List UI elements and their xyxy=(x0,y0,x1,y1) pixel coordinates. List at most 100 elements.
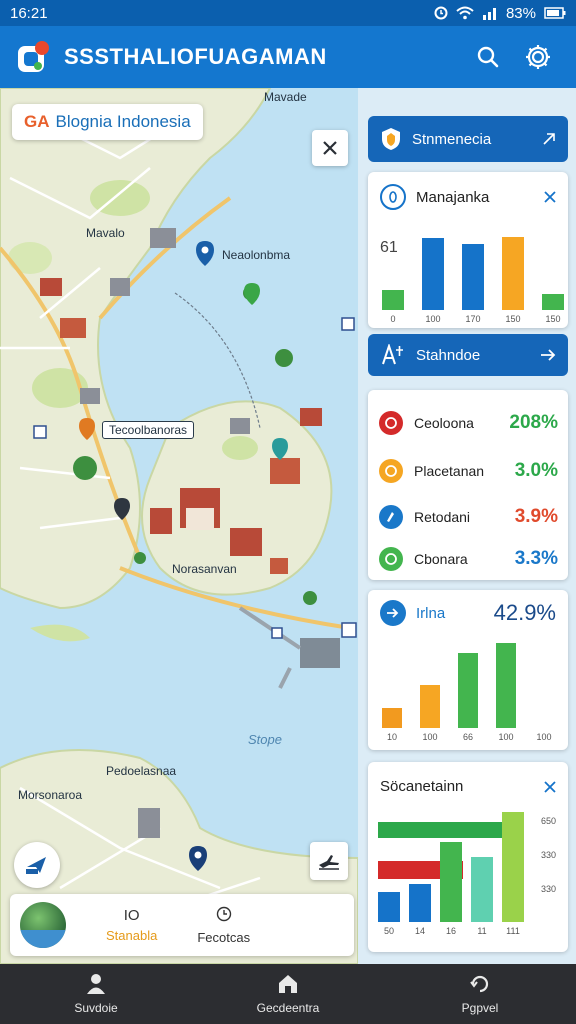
comparison-chart-card[interactable]: Söcanetainn 50 14 16 11 111 650 330 330 xyxy=(368,762,568,952)
map-label: Norasanvan xyxy=(172,562,237,576)
info-column: Fecotcas xyxy=(197,906,250,945)
map-label: Tecoolbanoras xyxy=(102,421,195,439)
place-info-card[interactable]: IO Stanabla Fecotcas xyxy=(10,894,354,956)
refresh-icon xyxy=(470,975,489,993)
nav-item-profile[interactable]: Suvdoie xyxy=(31,973,161,1015)
stat-value: 3.3% xyxy=(514,548,558,569)
search-icon[interactable] xyxy=(466,35,510,79)
card-title: Manajanka xyxy=(416,188,490,206)
map-label: Morsonaroa xyxy=(18,788,83,802)
bar-chart: 61 0 100 170 150 150 xyxy=(380,237,564,324)
close-icon[interactable] xyxy=(544,191,556,203)
card-header: Söcanetainn xyxy=(368,762,568,795)
nav-label: Pgpvel xyxy=(461,1001,499,1015)
gear-icon[interactable] xyxy=(516,35,560,79)
y-axis-label: 61 xyxy=(380,239,398,256)
tick-label: 170 xyxy=(465,314,480,324)
card-value: 42.9% xyxy=(493,600,556,625)
section-header[interactable]: Stahndoe xyxy=(368,334,568,376)
chart-icon xyxy=(380,600,406,626)
tick-label: 100 xyxy=(498,732,513,742)
map-label: Mavade xyxy=(264,90,307,104)
info-bottom: Fecotcas xyxy=(197,929,251,945)
region-header[interactable]: Stnmenecia xyxy=(368,116,568,162)
map-canvas xyxy=(0,88,358,964)
nav-item-home[interactable]: Gecdeentra xyxy=(223,973,353,1015)
close-map-button[interactable] xyxy=(312,130,348,166)
tick-label: 66 xyxy=(463,732,473,742)
info-icon xyxy=(380,184,406,210)
nav-label: Suvdoie xyxy=(74,1001,118,1015)
arrow-right-icon xyxy=(541,349,556,361)
bar-chart: 50 14 16 11 111650330330 xyxy=(378,812,556,936)
bar xyxy=(542,294,564,310)
stats-icon xyxy=(382,344,403,365)
stat-name: Ceoloona xyxy=(414,415,474,431)
bar xyxy=(378,822,512,838)
nav-label: Gecdeentra xyxy=(256,1001,320,1015)
stat-value: 3.0% xyxy=(514,460,558,481)
tick-label: 50 xyxy=(384,926,394,936)
bar xyxy=(462,244,484,310)
route-button[interactable] xyxy=(310,842,348,880)
card-header: Irlna 42.9% xyxy=(368,590,568,626)
bar xyxy=(458,653,478,728)
tick-label: 330 xyxy=(541,850,556,860)
tick-label: 330 xyxy=(541,884,556,894)
person-icon xyxy=(87,974,105,994)
bar xyxy=(502,237,524,310)
tick-label: 111 xyxy=(506,926,520,936)
location-prefix: GA xyxy=(24,112,50,131)
stat-value: 3.9% xyxy=(514,506,558,527)
tick-label: 650 xyxy=(541,816,556,826)
bar-chart: 10 100 66 100 100 xyxy=(382,643,552,742)
info-bottom: Stanabla xyxy=(106,928,158,943)
status-dot-icon xyxy=(378,504,404,530)
stat-name: Retodani xyxy=(414,509,471,525)
battery-level: 83% xyxy=(505,4,536,22)
app-bar: SSSTHALIOFUAGAMAN xyxy=(0,26,576,88)
card-title: Söcanetainn xyxy=(380,778,464,795)
bar xyxy=(420,685,440,728)
stat-row[interactable]: Retodani 3.9% xyxy=(378,502,558,532)
bar xyxy=(502,812,524,922)
recenter-button[interactable] xyxy=(14,842,60,888)
place-thumbnail xyxy=(20,902,66,948)
close-icon xyxy=(323,141,337,155)
stats-list-card: Ceoloona 208% Placetanan 3.0% Retodani 3… xyxy=(368,390,568,580)
map-view[interactable]: Mavade Mavalo Neaolonbma Tecoolbanoras N… xyxy=(0,88,358,964)
tick-label: 100 xyxy=(425,314,440,324)
clock-icon xyxy=(216,906,232,926)
tick-label: 16 xyxy=(446,926,456,936)
info-top: IO xyxy=(123,907,140,924)
tick-label: 11 xyxy=(477,926,486,936)
info-column: IO Stanabla xyxy=(106,907,157,943)
tick-label: 150 xyxy=(505,314,520,324)
stat-name: Cbonara xyxy=(414,551,468,567)
bar-chart-card[interactable]: Manajanka 61 0 100 170 150 150 xyxy=(368,172,568,328)
region-label: Stnmenecia xyxy=(412,130,492,148)
card-header: Manajanka xyxy=(368,172,568,210)
card-title: Irlna xyxy=(416,604,446,622)
stat-value: 208% xyxy=(509,412,558,433)
bar xyxy=(422,238,444,310)
status-time: 16:21 xyxy=(10,4,48,22)
map-label: Stope xyxy=(248,732,282,747)
stat-row[interactable]: Ceoloona 208% xyxy=(378,408,558,438)
stat-row[interactable]: Cbonara 3.3% xyxy=(378,544,558,574)
map-label: Pedoelasnaa xyxy=(106,764,177,778)
tick-label: 100 xyxy=(422,732,437,742)
bar xyxy=(496,643,516,728)
close-icon[interactable] xyxy=(544,780,556,793)
wifi-icon xyxy=(456,6,474,20)
bar xyxy=(382,708,402,728)
location-pill[interactable]: GA Blognia Indonesia xyxy=(12,104,203,140)
percentage-chart-card[interactable]: Irlna 42.9% 10 100 66 100 100 xyxy=(368,590,568,750)
stat-row[interactable]: Placetanan 3.0% xyxy=(378,456,558,486)
status-dot-icon xyxy=(378,546,404,572)
bar xyxy=(378,892,400,922)
app-title: SSSTHALIOFUAGAMAN xyxy=(64,44,327,69)
nav-item-refresh[interactable]: Pgpvel xyxy=(415,973,545,1015)
home-icon xyxy=(279,975,297,993)
map-label: Neaolonbma xyxy=(222,248,291,262)
